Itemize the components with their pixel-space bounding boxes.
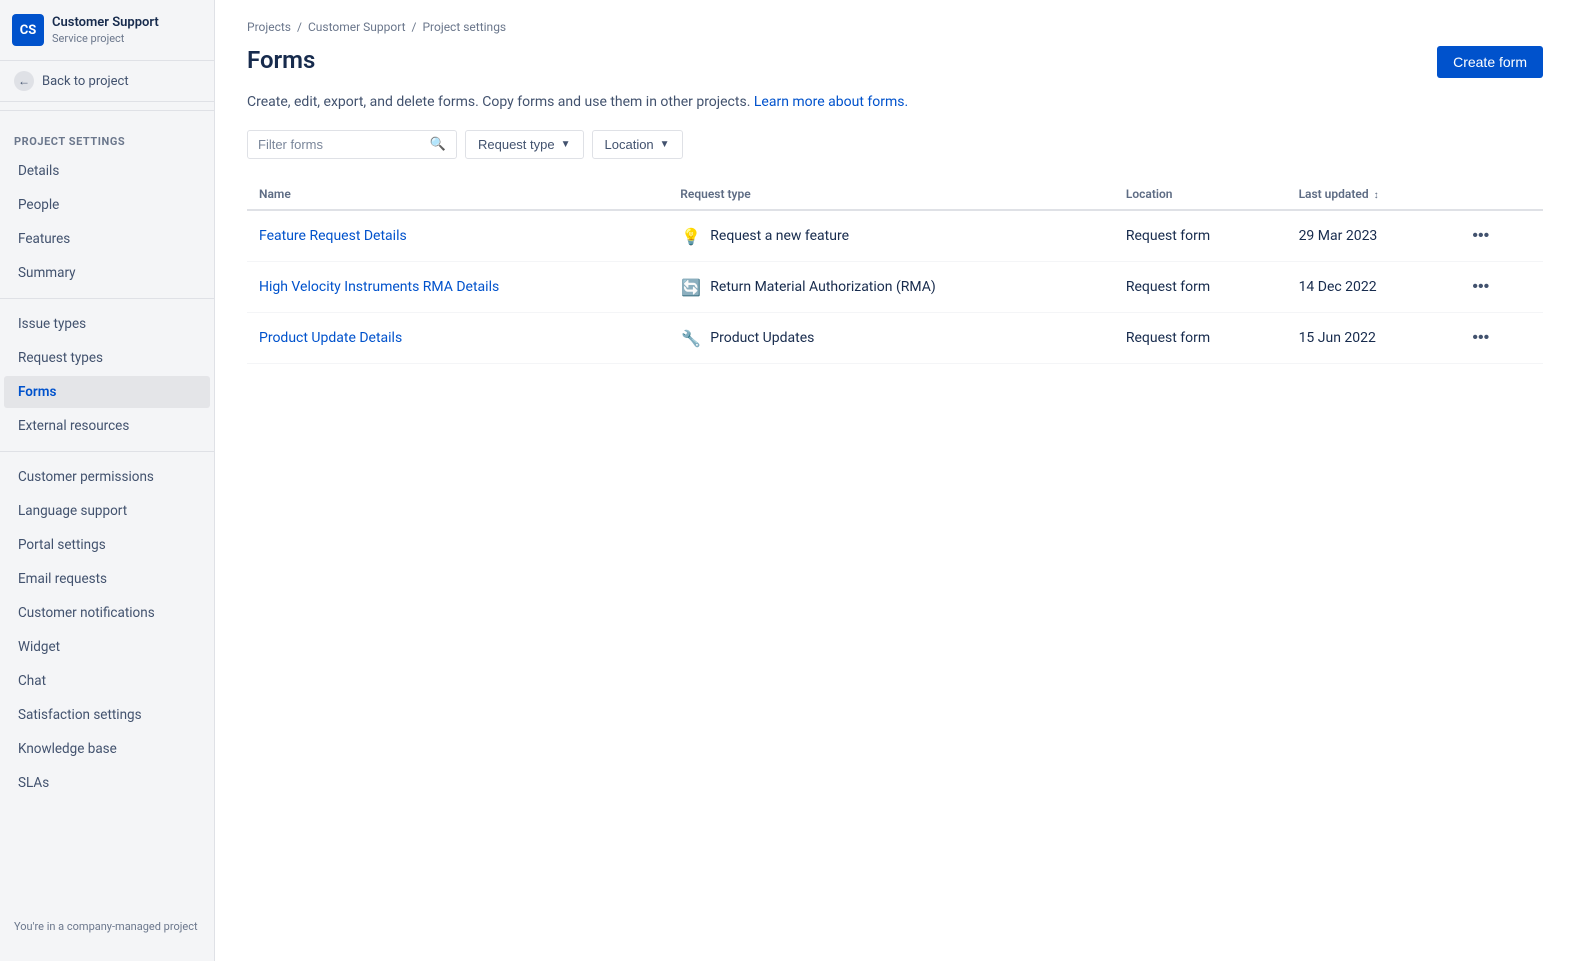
request-type-icon: 🔄 xyxy=(680,276,702,298)
col-location: Location xyxy=(1114,179,1287,210)
sidebar-section-heading: Project settings xyxy=(0,119,214,154)
page-description: Create, edit, export, and delete forms. … xyxy=(247,94,1543,110)
col-actions xyxy=(1452,179,1543,210)
sidebar-item-details[interactable]: Details xyxy=(4,155,210,187)
form-name-link[interactable]: Feature Request Details xyxy=(259,228,407,244)
main-content: Projects / Customer Support / Project se… xyxy=(215,0,1575,961)
form-name-link[interactable]: Product Update Details xyxy=(259,330,402,346)
table-row: High Velocity Instruments RMA Details 🔄 … xyxy=(247,262,1543,313)
sidebar-item-chat[interactable]: Chat xyxy=(4,665,210,697)
filters: 🔍 Request type ▼ Location ▼ xyxy=(247,130,1543,159)
breadcrumb-projects[interactable]: Projects xyxy=(247,20,291,34)
page-header: Forms Create form xyxy=(247,46,1543,78)
location-dropdown[interactable]: Location ▼ xyxy=(592,130,683,159)
filter-search-container: 🔍 xyxy=(247,130,457,159)
search-icon: 🔍 xyxy=(430,137,446,152)
table-body: Feature Request Details 💡 Request a new … xyxy=(247,210,1543,364)
sort-icon: ↕ xyxy=(1374,190,1379,201)
more-options-button[interactable]: ••• xyxy=(1464,325,1497,351)
breadcrumb-sep-1: / xyxy=(297,20,302,34)
form-name-link[interactable]: High Velocity Instruments RMA Details xyxy=(259,279,499,295)
table-header: Name Request type Location Last updated … xyxy=(247,179,1543,210)
sidebar-item-issue-types[interactable]: Issue types xyxy=(4,308,210,340)
page-title: Forms xyxy=(247,46,315,74)
chevron-down-icon-2: ▼ xyxy=(660,139,670,150)
cell-last-updated: 14 Dec 2022 xyxy=(1287,262,1453,313)
search-input[interactable] xyxy=(258,137,426,152)
sidebar-item-slas[interactable]: SLAs xyxy=(4,767,210,799)
sidebar-item-external-resources[interactable]: External resources xyxy=(4,410,210,442)
request-type-text: Product Updates xyxy=(710,330,814,346)
back-icon: ← xyxy=(14,71,34,91)
breadcrumb: Projects / Customer Support / Project se… xyxy=(247,20,1543,34)
sidebar-item-customer-permissions[interactable]: Customer permissions xyxy=(4,461,210,493)
sidebar-item-features[interactable]: Features xyxy=(4,223,210,255)
forms-table: Name Request type Location Last updated … xyxy=(247,179,1543,364)
more-options-button[interactable]: ••• xyxy=(1464,274,1497,300)
col-last-updated: Last updated ↕ xyxy=(1287,179,1453,210)
sidebar-divider-2 xyxy=(0,298,214,299)
project-type: Service project xyxy=(52,32,159,45)
table-row: Product Update Details 🔧 Product Updates… xyxy=(247,313,1543,364)
cell-actions: ••• xyxy=(1452,313,1543,364)
breadcrumb-current: Project settings xyxy=(422,20,506,34)
cell-name: Feature Request Details xyxy=(247,210,668,262)
request-type-dropdown[interactable]: Request type ▼ xyxy=(465,130,584,159)
sidebar-item-request-types[interactable]: Request types xyxy=(4,342,210,374)
create-form-button[interactable]: Create form xyxy=(1437,46,1543,78)
col-name: Name xyxy=(247,179,668,210)
sidebar-item-knowledge-base[interactable]: Knowledge base xyxy=(4,733,210,765)
request-type-text: Request a new feature xyxy=(710,228,849,244)
request-type-icon: 🔧 xyxy=(680,327,702,349)
request-type-label: Request type xyxy=(478,137,555,152)
chevron-down-icon: ▼ xyxy=(561,139,571,150)
project-name: Customer Support xyxy=(52,15,159,32)
breadcrumb-sep-2: / xyxy=(412,20,417,34)
cell-last-updated: 15 Jun 2022 xyxy=(1287,313,1453,364)
location-label: Location xyxy=(605,137,654,152)
sidebar-footer: You're in a company-managed project xyxy=(0,912,214,941)
cell-location: Request form xyxy=(1114,313,1287,364)
sidebar-header: CS Customer Support Service project xyxy=(0,0,214,61)
sidebar-divider-1 xyxy=(0,110,214,111)
back-to-project-button[interactable]: ← Back to project xyxy=(0,61,214,102)
cell-actions: ••• xyxy=(1452,262,1543,313)
breadcrumb-customer-support[interactable]: Customer Support xyxy=(308,20,406,34)
cell-name: High Velocity Instruments RMA Details xyxy=(247,262,668,313)
cell-request-type: 💡 Request a new feature xyxy=(668,210,1114,262)
cell-request-type: 🔄 Return Material Authorization (RMA) xyxy=(668,262,1114,313)
sidebar-divider-3 xyxy=(0,451,214,452)
cell-name: Product Update Details xyxy=(247,313,668,364)
cell-last-updated: 29 Mar 2023 xyxy=(1287,210,1453,262)
back-label: Back to project xyxy=(42,74,129,89)
table-row: Feature Request Details 💡 Request a new … xyxy=(247,210,1543,262)
col-request-type: Request type xyxy=(668,179,1114,210)
sidebar-item-summary[interactable]: Summary xyxy=(4,257,210,289)
sidebar-item-people[interactable]: People xyxy=(4,189,210,221)
cell-request-type: 🔧 Product Updates xyxy=(668,313,1114,364)
sidebar-item-customer-notifications[interactable]: Customer notifications xyxy=(4,597,210,629)
cell-location: Request form xyxy=(1114,262,1287,313)
sidebar-item-portal-settings[interactable]: Portal settings xyxy=(4,529,210,561)
sidebar-item-satisfaction-settings[interactable]: Satisfaction settings xyxy=(4,699,210,731)
cell-location: Request form xyxy=(1114,210,1287,262)
sidebar-item-email-requests[interactable]: Email requests xyxy=(4,563,210,595)
sidebar-item-widget[interactable]: Widget xyxy=(4,631,210,663)
request-type-icon: 💡 xyxy=(680,225,702,247)
cell-actions: ••• xyxy=(1452,210,1543,262)
sidebar-item-language-support[interactable]: Language support xyxy=(4,495,210,527)
project-avatar: CS xyxy=(12,14,44,46)
sidebar: CS Customer Support Service project ← Ba… xyxy=(0,0,215,961)
sidebar-item-forms[interactable]: Forms xyxy=(4,376,210,408)
learn-more-link[interactable]: Learn more about forms. xyxy=(754,94,908,110)
more-options-button[interactable]: ••• xyxy=(1464,223,1497,249)
request-type-text: Return Material Authorization (RMA) xyxy=(710,279,935,295)
